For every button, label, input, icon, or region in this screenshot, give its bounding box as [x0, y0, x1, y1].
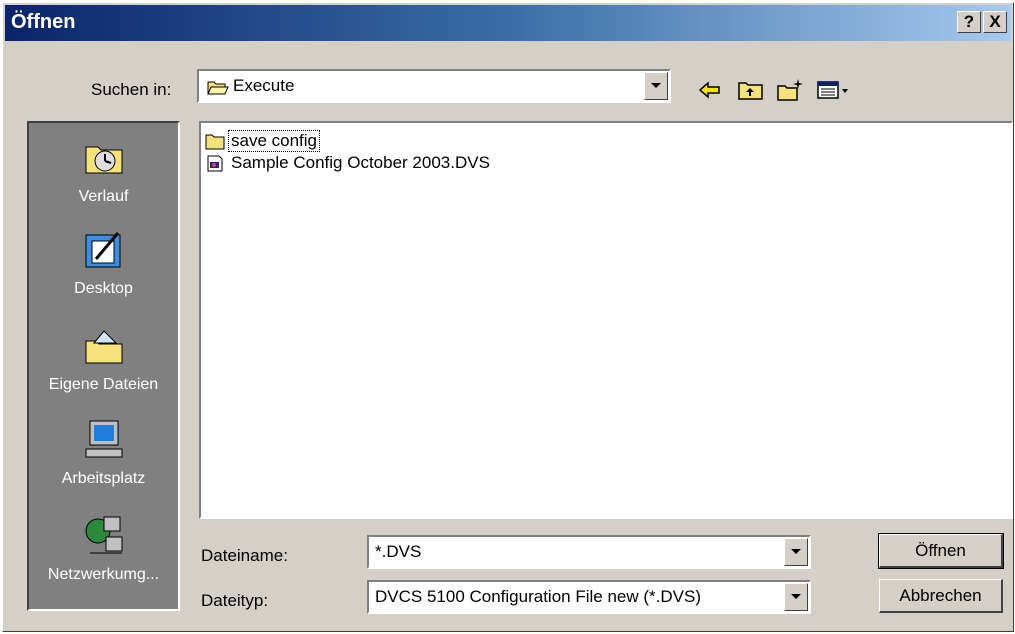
place-my-computer-label: Arbeitsplatz — [61, 470, 146, 487]
look-in-value: Execute — [233, 76, 295, 95]
cancel-button[interactable]: Abbrechen — [879, 579, 1003, 613]
close-button[interactable]: X — [983, 11, 1007, 33]
dialog-title: Öffnen — [11, 11, 76, 33]
open-button[interactable]: Öffnen — [878, 533, 1004, 569]
dvs-file-icon — [207, 155, 223, 172]
filetype-select[interactable]: DVCS 5100 Configuration File new (*.DVS) — [367, 580, 811, 614]
place-my-documents-label: Eigene Dateien — [48, 376, 159, 393]
places-bar: Verlauf Desktop Eigene Dateien Arbeitspl… — [27, 121, 180, 611]
place-desktop-label: Desktop — [74, 280, 133, 297]
new-folder-icon[interactable] — [775, 77, 805, 103]
network-icon — [85, 516, 122, 554]
look-in-dropdown-button[interactable] — [644, 72, 668, 100]
place-network[interactable]: Netzwerkumg... — [29, 513, 178, 584]
file-list[interactable]: save config Sample Config October 2003.D… — [199, 121, 1013, 519]
help-button[interactable]: ? — [957, 11, 981, 33]
place-network-label: Netzwerkumg... — [47, 566, 160, 583]
history-icon — [85, 146, 122, 174]
filename-input[interactable]: *.DVS — [367, 535, 811, 569]
look-in-combo[interactable]: Execute — [197, 69, 671, 103]
title-bar[interactable]: Öffnen ? X — [5, 5, 1011, 41]
open-folder-icon — [207, 81, 229, 95]
open-dialog: Öffnen ? X Suchen in: Execute Verlauf De… — [2, 2, 1014, 632]
place-history[interactable]: Verlauf — [29, 135, 178, 206]
filetype-label-text: Dateityp: — [201, 591, 269, 610]
my-computer-icon — [85, 420, 122, 458]
filetype-label: Dateityp: — [201, 591, 268, 611]
up-folder-icon[interactable] — [736, 77, 766, 103]
file-name: save config — [228, 130, 320, 152]
place-my-computer[interactable]: Arbeitsplatz — [29, 417, 178, 488]
my-documents-icon — [85, 330, 122, 364]
filetype-dropdown-button[interactable] — [784, 583, 808, 611]
place-desktop[interactable]: Desktop — [29, 227, 178, 298]
filename-label-text: Dateiname: — [201, 546, 288, 565]
filename-value: *.DVS — [375, 542, 422, 561]
folder-icon — [205, 134, 225, 150]
look-in-label: Suchen in: — [91, 80, 171, 100]
filetype-value: DVCS 5100 Configuration File new (*.DVS) — [375, 587, 701, 606]
back-arrow-icon[interactable] — [695, 77, 725, 103]
place-my-documents[interactable]: Eigene Dateien — [29, 323, 178, 394]
desktop-icon — [85, 232, 120, 268]
look-in-label-text: Suchen in: — [91, 80, 172, 99]
place-history-label: Verlauf — [78, 188, 129, 205]
filename-dropdown-button[interactable] — [784, 538, 808, 566]
view-menu-icon[interactable] — [815, 77, 855, 103]
file-name: Sample Config October 2003.DVS — [231, 153, 490, 172]
filename-label: Dateiname: — [201, 546, 288, 566]
